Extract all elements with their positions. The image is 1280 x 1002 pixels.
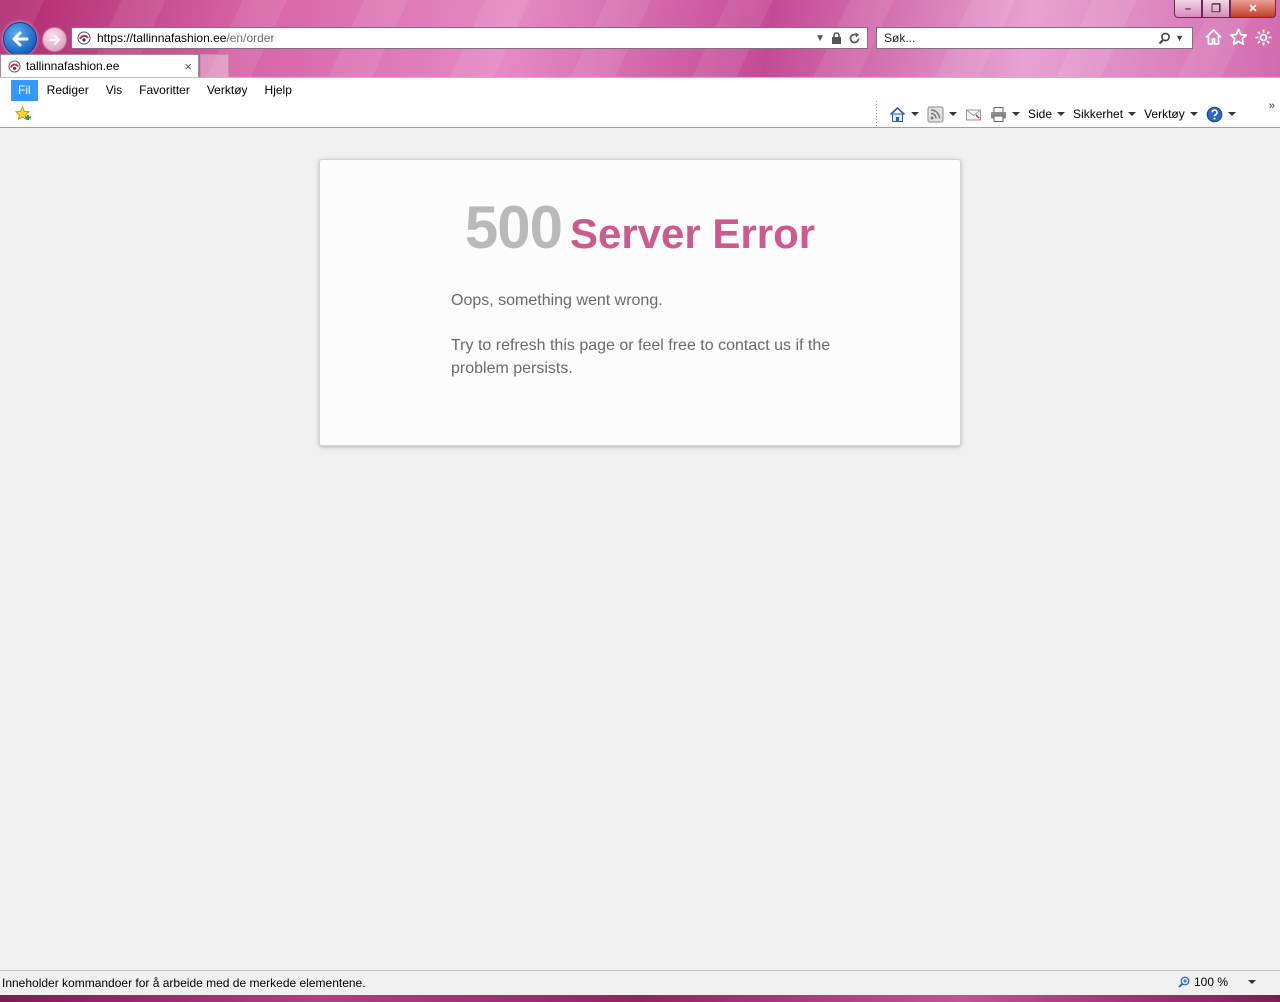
- feeds-dropdown-icon[interactable]: [949, 112, 957, 116]
- home-command[interactable]: [889, 106, 919, 123]
- home-icon[interactable]: [1204, 28, 1223, 47]
- menu-tools[interactable]: Verktøy: [199, 80, 256, 101]
- printer-icon: [991, 106, 1006, 122]
- error-card: 500 Server Error Oops, something went wro…: [319, 159, 961, 446]
- menu-view[interactable]: Vis: [98, 80, 130, 101]
- url-domain: https://tallinnafashion.ee: [97, 31, 227, 45]
- browser-frame: – ❐ ✕ https://tallinnafashion.ee/en/orde…: [0, 0, 1280, 77]
- window-controls: – ❐ ✕: [1174, 0, 1276, 18]
- page-menu[interactable]: Side: [1028, 107, 1066, 121]
- error-code: 500: [464, 194, 563, 261]
- tab-label: tallinnafashion.ee: [26, 59, 120, 73]
- home-icon: [889, 106, 906, 122]
- help-menu[interactable]: [1206, 106, 1236, 123]
- more-commands-icon[interactable]: »: [1269, 100, 1275, 112]
- zoom-level: 100 %: [1193, 975, 1228, 989]
- address-icons: ▼: [815, 32, 861, 45]
- error-heading: 500 Server Error: [320, 198, 960, 258]
- error-title: Server Error: [569, 210, 816, 257]
- chevron-down-icon: [1057, 112, 1066, 116]
- forward-button[interactable]: [42, 27, 67, 52]
- dropdown-arrow-icon[interactable]: ▼: [815, 33, 825, 44]
- add-favorites-bar-icon[interactable]: [15, 106, 32, 123]
- restore-button[interactable]: ❐: [1202, 0, 1230, 18]
- mail-icon: [966, 109, 981, 120]
- mail-command[interactable]: [965, 106, 982, 123]
- tab-close-icon[interactable]: ×: [184, 59, 192, 74]
- menu-favorites[interactable]: Favoritter: [131, 80, 198, 101]
- command-bar-items: Side Sikkerhet Verktøy: [889, 105, 1244, 123]
- print-dropdown-icon[interactable]: [1012, 112, 1020, 116]
- tab-strip: tallinnafashion.ee ×: [0, 53, 1280, 77]
- safety-menu-label: Sikkerhet: [1073, 107, 1124, 121]
- command-bar: Side Sikkerhet Verktøy »: [0, 100, 1280, 128]
- zoom-dropdown-icon[interactable]: [1248, 980, 1256, 984]
- back-button[interactable]: [3, 22, 37, 56]
- search-input[interactable]: Søk...: [877, 31, 1158, 45]
- help-icon: [1206, 106, 1223, 122]
- taskbar: [0, 995, 1280, 1002]
- menu-edit[interactable]: Rediger: [39, 80, 97, 101]
- page-content: 500 Server Error Oops, something went wro…: [0, 128, 1280, 970]
- safety-menu[interactable]: Sikkerhet: [1073, 107, 1137, 121]
- status-bar: Inneholder kommandoer for å arbeide med …: [0, 970, 1280, 995]
- status-text: Inneholder kommandoer for å arbeide med …: [2, 976, 366, 990]
- arrow-right-icon: [48, 34, 60, 45]
- address-url[interactable]: https://tallinnafashion.ee/en/order: [97, 31, 815, 45]
- menu-help[interactable]: Hjelp: [257, 80, 300, 101]
- search-icon[interactable]: [1158, 32, 1171, 45]
- menu-bar: Fil Rediger Vis Favoritter Verktøy Hjelp: [0, 77, 1280, 102]
- site-favicon-icon: [77, 31, 91, 45]
- tools-menu-label: Verktøy: [1144, 107, 1185, 121]
- search-controls: ▼: [1158, 32, 1184, 45]
- rss-feed-icon: [927, 106, 944, 122]
- error-help-text: Try to refresh this page or feel free to…: [451, 337, 831, 377]
- tab-favicon-icon: [8, 59, 21, 73]
- new-tab-button[interactable]: [200, 54, 229, 77]
- arrow-left-icon: [12, 31, 29, 47]
- error-message: Oops, something went wrong.: [451, 292, 663, 309]
- menu-file[interactable]: Fil: [11, 79, 38, 101]
- refresh-icon[interactable]: [848, 32, 861, 45]
- chevron-down-icon: [1128, 112, 1137, 116]
- top-right-icons: [1204, 28, 1273, 47]
- command-bar-separator: [876, 101, 877, 127]
- search-box[interactable]: Søk... ▼: [876, 27, 1193, 49]
- address-bar[interactable]: https://tallinnafashion.ee/en/order ▼: [71, 27, 868, 49]
- tab-tallinnafashion[interactable]: tallinnafashion.ee ×: [0, 54, 199, 77]
- gear-icon[interactable]: [1254, 28, 1273, 47]
- zoom-icon: [1178, 976, 1190, 988]
- favorites-star-icon[interactable]: [1229, 28, 1248, 47]
- feeds-command[interactable]: [927, 106, 957, 123]
- print-command[interactable]: [990, 106, 1020, 123]
- zoom-control[interactable]: 100 %: [1178, 975, 1256, 989]
- page-menu-label: Side: [1028, 107, 1053, 121]
- tools-menu[interactable]: Verktøy: [1144, 107, 1198, 121]
- help-dropdown-icon[interactable]: [1227, 112, 1236, 116]
- url-path: /en/order: [226, 31, 275, 45]
- close-window-button[interactable]: ✕: [1230, 0, 1276, 18]
- search-dropdown-icon[interactable]: ▼: [1175, 33, 1184, 43]
- home-dropdown-icon[interactable]: [911, 112, 919, 116]
- lock-icon[interactable]: [831, 32, 842, 44]
- chevron-down-icon: [1189, 112, 1198, 116]
- minimize-button[interactable]: –: [1174, 0, 1202, 18]
